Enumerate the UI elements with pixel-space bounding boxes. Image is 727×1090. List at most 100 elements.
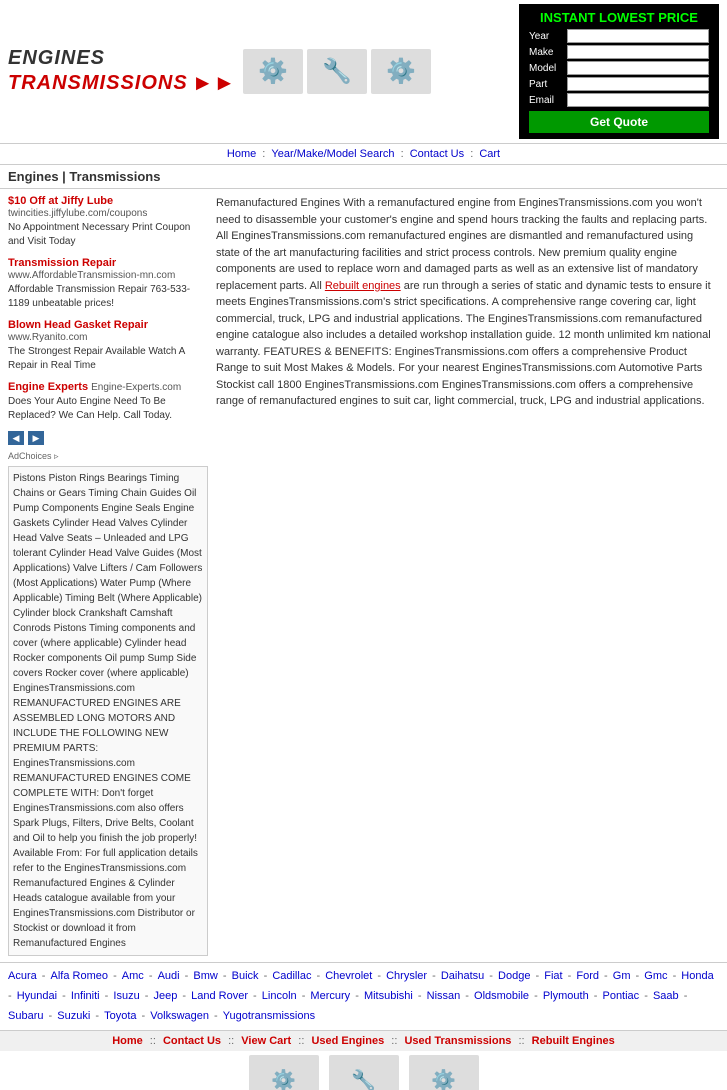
- sidebar-desc-transmission: Affordable Transmission Repair 763-533-1…: [8, 283, 208, 311]
- brand-link-lincoln[interactable]: Lincoln: [262, 990, 297, 1002]
- brand-link-jeep[interactable]: Jeep: [153, 990, 177, 1002]
- brand-link-pontiac[interactable]: Pontiac: [602, 990, 639, 1002]
- logo-area: ENGINES TRANSMISSIONS ►►: [8, 47, 235, 96]
- brand-link-mercury[interactable]: Mercury: [310, 990, 350, 1002]
- sidebar-link-experts[interactable]: Engine Experts: [8, 381, 88, 393]
- page-title: Engines | Transmissions: [8, 169, 160, 184]
- brand-sep: -: [591, 990, 601, 1002]
- sidebar: $10 Off at Jiffy Lube twincities.jiffylu…: [8, 195, 208, 956]
- nav-home[interactable]: Home: [227, 148, 256, 160]
- rebuilt-engines-link[interactable]: Rebuilt engines: [325, 280, 401, 292]
- sidebar-item-2: Transmission Repair www.AffordableTransm…: [8, 257, 208, 311]
- brand-link-dodge[interactable]: Dodge: [498, 970, 530, 982]
- nav-bar: Home : Year/Make/Model Search : Contact …: [0, 144, 727, 165]
- engine-image-1: ⚙️: [243, 49, 303, 94]
- brand-link-nissan[interactable]: Nissan: [427, 990, 461, 1002]
- footer-link-view-cart[interactable]: View Cart: [241, 1035, 291, 1047]
- brand-link-alfa-romeo[interactable]: Alfa Romeo: [51, 970, 108, 982]
- bottom-images: ⚙️ 🔧 ⚙️: [0, 1051, 727, 1090]
- brand-sep: -: [211, 1010, 221, 1022]
- main-content: $10 Off at Jiffy Lube twincities.jiffylu…: [0, 189, 727, 962]
- nav-sep-3: :: [470, 148, 476, 160]
- brand-link-infiniti[interactable]: Infiniti: [71, 990, 100, 1002]
- bottom-engine-2: 🔧: [329, 1055, 399, 1090]
- brand-sep: -: [139, 1010, 149, 1022]
- brand-link-audi[interactable]: Audi: [158, 970, 180, 982]
- brand-link-land-rover[interactable]: Land Rover: [191, 990, 248, 1002]
- footer-link-contact-us[interactable]: Contact Us: [163, 1035, 221, 1047]
- brand-sep: -: [92, 1010, 102, 1022]
- brand-sep: -: [59, 990, 69, 1002]
- footer-link-rebuilt-engines[interactable]: Rebuilt Engines: [532, 1035, 615, 1047]
- brand-sep: -: [532, 970, 542, 982]
- brand-link-amc[interactable]: Amc: [122, 970, 144, 982]
- engine-image-2: 🔧: [307, 49, 367, 94]
- brand-link-subaru[interactable]: Subaru: [8, 1010, 43, 1022]
- brand-link-hyundai[interactable]: Hyundai: [17, 990, 57, 1002]
- footer-sep: ::: [295, 1035, 307, 1047]
- engine-image-3: ⚙️: [371, 49, 431, 94]
- nav-contact[interactable]: Contact Us: [410, 148, 464, 160]
- brand-link-volkswagen[interactable]: Volkswagen: [150, 1010, 209, 1022]
- brand-link-ford[interactable]: Ford: [576, 970, 599, 982]
- price-form: Year Make Model Part Email Get Quote: [529, 29, 709, 133]
- brand-link-suzuki[interactable]: Suzuki: [57, 1010, 90, 1022]
- logo-transmissions: TRANSMISSIONS: [8, 72, 188, 95]
- brand-link-mitsubishi[interactable]: Mitsubishi: [364, 990, 413, 1002]
- sidebar-link-jiffy[interactable]: $10 Off at Jiffy Lube: [8, 195, 113, 207]
- sidebar-sublink-experts[interactable]: Engine-Experts.com: [91, 382, 181, 393]
- sidebar-sublink-jiffy[interactable]: twincities.jiffylube.com/coupons: [8, 208, 147, 219]
- brand-link-buick[interactable]: Buick: [232, 970, 259, 982]
- nav-arrows: ◀ ▶: [8, 431, 208, 445]
- nav-cart[interactable]: Cart: [479, 148, 500, 160]
- footer-link-used-engines[interactable]: Used Engines: [311, 1035, 384, 1047]
- brand-link-daihatsu[interactable]: Daihatsu: [441, 970, 484, 982]
- email-label: Email: [529, 95, 567, 106]
- logo-arrow-icon: ►►: [192, 70, 236, 96]
- sidebar-sublink-transmission[interactable]: www.AffordableTransmission-mn.com: [8, 270, 175, 281]
- sidebar-item-3: Blown Head Gasket Repair www.Ryanito.com…: [8, 319, 208, 373]
- year-input[interactable]: [567, 29, 709, 43]
- header-images: ⚙️ 🔧 ⚙️: [243, 49, 431, 94]
- next-arrow-button[interactable]: ▶: [28, 431, 44, 445]
- sidebar-link-transmission[interactable]: Transmission Repair: [8, 257, 116, 269]
- brand-link-saab[interactable]: Saab: [653, 990, 679, 1002]
- brand-link-acura[interactable]: Acura: [8, 970, 37, 982]
- footer-link-home[interactable]: Home: [112, 1035, 143, 1047]
- sidebar-link-gasket[interactable]: Blown Head Gasket Repair: [8, 319, 148, 331]
- brand-sep: -: [352, 990, 362, 1002]
- nav-year-make[interactable]: Year/Make/Model Search: [271, 148, 394, 160]
- get-quote-button[interactable]: Get Quote: [529, 111, 709, 133]
- model-label: Model: [529, 63, 567, 74]
- footer-sep: ::: [225, 1035, 237, 1047]
- footer-sep: ::: [147, 1035, 159, 1047]
- model-input[interactable]: [567, 61, 709, 75]
- brand-sep: -: [313, 970, 323, 982]
- brand-link-yugotransmissions[interactable]: Yugotransmissions: [223, 1010, 315, 1022]
- brand-link-gmc[interactable]: Gmc: [644, 970, 667, 982]
- nav-sep-2: :: [401, 148, 407, 160]
- brand-link-plymouth[interactable]: Plymouth: [543, 990, 589, 1002]
- brand-link-isuzu[interactable]: Isuzu: [113, 990, 139, 1002]
- price-box-title: INSTANT LOWEST PRICE: [529, 10, 709, 25]
- ad-text-block: Pistons Piston Rings Bearings Timing Cha…: [8, 466, 208, 956]
- brand-link-honda[interactable]: Honda: [681, 970, 713, 982]
- make-input[interactable]: [567, 45, 709, 59]
- brand-sep: -: [250, 990, 260, 1002]
- brand-link-gm[interactable]: Gm: [613, 970, 631, 982]
- brand-link-bmw[interactable]: Bmw: [193, 970, 217, 982]
- brand-link-cadillac[interactable]: Cadillac: [272, 970, 311, 982]
- footer-link-used-transmissions[interactable]: Used Transmissions: [404, 1035, 511, 1047]
- brand-link-chrysler[interactable]: Chrysler: [386, 970, 427, 982]
- sidebar-sublink-gasket[interactable]: www.Ryanito.com: [8, 332, 87, 343]
- brand-sep: -: [220, 970, 230, 982]
- brand-sep: -: [641, 990, 651, 1002]
- brand-link-oldsmobile[interactable]: Oldsmobile: [474, 990, 529, 1002]
- prev-arrow-button[interactable]: ◀: [8, 431, 24, 445]
- brand-link-fiat[interactable]: Fiat: [544, 970, 562, 982]
- email-input[interactable]: [567, 93, 709, 107]
- brand-link-chevrolet[interactable]: Chevrolet: [325, 970, 372, 982]
- part-input[interactable]: [567, 77, 709, 91]
- brand-link-toyota[interactable]: Toyota: [104, 1010, 136, 1022]
- brand-sep: -: [531, 990, 541, 1002]
